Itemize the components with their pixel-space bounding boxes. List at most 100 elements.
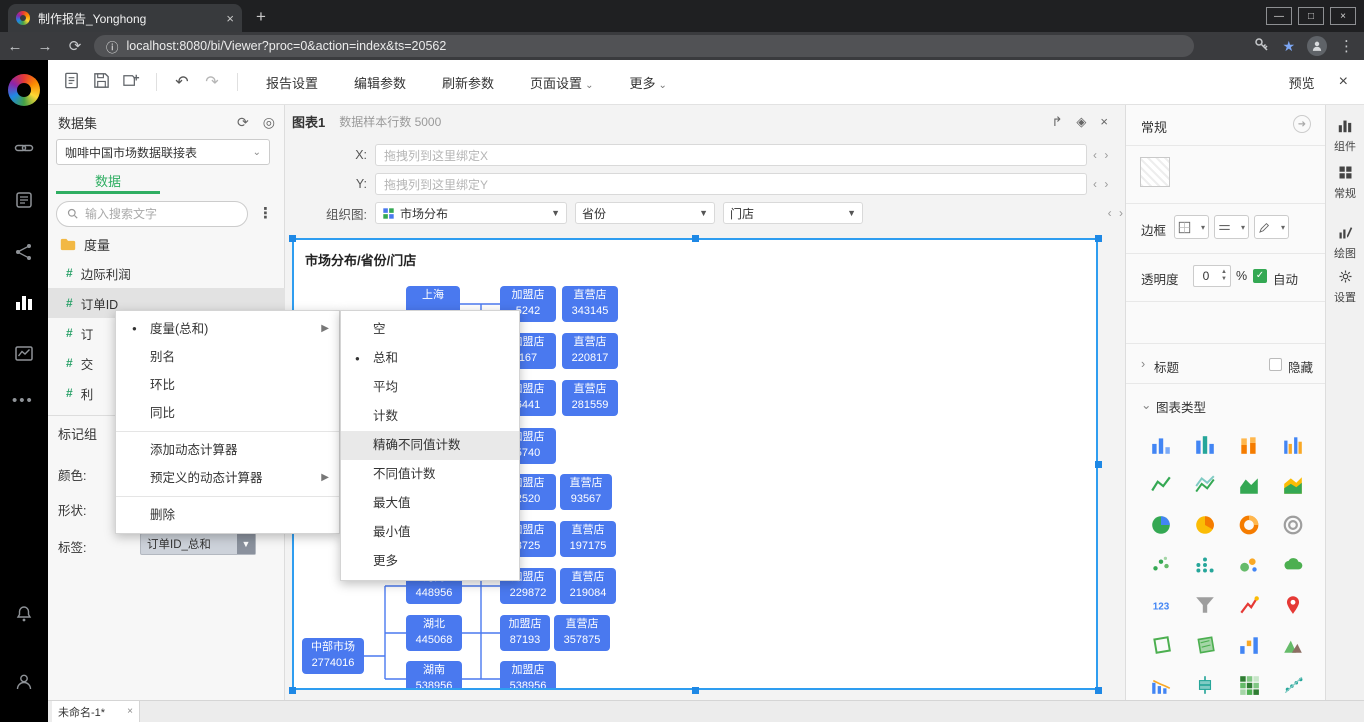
chart-type-section-label[interactable]: 图表类型 [1156, 397, 1206, 416]
auto-checkbox[interactable]: ✓ [1253, 269, 1267, 283]
org-chart-node[interactable]: 直营店281559 [562, 380, 618, 416]
chart-type-pie2-icon[interactable] [1183, 505, 1227, 545]
submenu-item-max[interactable]: 最大值 [341, 489, 519, 518]
chart-type-heatmap-icon[interactable] [1227, 665, 1271, 705]
submenu-item-count[interactable]: 计数 [341, 402, 519, 431]
org-chart-node[interactable]: 加盟店538956 [500, 661, 556, 690]
chart-type-terrain-icon[interactable] [1271, 625, 1315, 665]
submenu-item-avg[interactable]: 平均 [341, 373, 519, 402]
dataset-list-icon[interactable] [14, 190, 34, 210]
chart-type-waterfall-icon[interactable] [1227, 625, 1271, 665]
chart-type-pie-icon[interactable] [1139, 505, 1183, 545]
refresh-params-button[interactable]: 刷新参数 [442, 73, 494, 92]
submenu-item-none[interactable]: 空 [341, 315, 519, 344]
field-list-options-icon[interactable]: ⋮ [258, 204, 273, 222]
dataset-options-icon[interactable]: ◎ [263, 114, 275, 131]
key-icon[interactable] [1254, 37, 1270, 56]
chart-type-ring-icon[interactable] [1271, 505, 1315, 545]
redo-icon[interactable]: ↷ [197, 72, 227, 92]
menu-item-yoy[interactable]: 同比 [116, 399, 339, 427]
y-axis-dropzone[interactable]: 拖拽列到这里绑定Y [375, 173, 1087, 195]
refresh-dataset-icon[interactable]: ⟳ [237, 114, 249, 131]
user-account-icon[interactable] [14, 672, 34, 692]
notifications-bell-icon[interactable] [14, 604, 34, 624]
x-axis-dropzone[interactable]: 拖拽列到这里绑定X [375, 144, 1087, 166]
bookmark-star-icon[interactable]: ★ [1282, 38, 1295, 55]
chart-type-scatter-icon[interactable] [1139, 545, 1183, 585]
chart-type-dot-column-icon[interactable] [1183, 545, 1227, 585]
menu-item-add-calc[interactable]: 添加动态计算器 [116, 436, 339, 464]
chevron-down-icon[interactable]: ▼ [237, 534, 255, 554]
resize-handle[interactable] [692, 687, 699, 694]
close-report-icon[interactable]: × [1339, 73, 1348, 91]
measures-folder[interactable]: 度量 [60, 235, 110, 254]
edit-params-button[interactable]: 编辑参数 [354, 73, 406, 92]
browser-menu-icon[interactable]: ⋮ [1339, 37, 1354, 55]
resize-handle[interactable] [692, 235, 699, 242]
resize-handle[interactable] [1095, 687, 1102, 694]
data-prep-icon[interactable] [14, 242, 34, 262]
menu-item-aggregation[interactable]: ●度量(总和)▶ [116, 315, 339, 343]
chart-type-pareto-icon[interactable] [1139, 665, 1183, 705]
border-line-select[interactable]: ▾ [1214, 215, 1249, 239]
chart-type-multi-line-icon[interactable] [1183, 465, 1227, 505]
border-style-select[interactable]: ▾ [1174, 215, 1209, 239]
chart-type-kpi-icon[interactable] [1227, 585, 1271, 625]
forward-icon[interactable]: → [30, 38, 60, 55]
org-type-select[interactable]: 市场分布 ▼ [375, 202, 567, 224]
window-close-button[interactable]: × [1330, 7, 1356, 25]
close-page-icon[interactable]: × [127, 706, 133, 717]
resize-handle[interactable] [1095, 461, 1102, 468]
chart-type-column-icon[interactable] [1183, 425, 1227, 465]
save-as-icon[interactable] [116, 71, 146, 93]
submenu-item-sum[interactable]: ●总和 [341, 344, 519, 373]
org-level2-select[interactable]: 省份 ▼ [575, 202, 715, 224]
fill-pattern-swatch[interactable] [1140, 157, 1170, 187]
new-report-icon[interactable] [56, 71, 86, 93]
chart-type-area-icon[interactable] [1227, 465, 1271, 505]
dataset-select[interactable]: 咖啡中国市场数据联接表 ⌄ [56, 139, 270, 165]
rail-more-icon[interactable]: ••• [12, 392, 34, 409]
chart-type-bar-icon[interactable] [1139, 425, 1183, 465]
chart-type-grouped-bar-icon[interactable] [1271, 425, 1315, 465]
chart-type-trend-icon[interactable] [1271, 665, 1315, 705]
tag-field-chip[interactable]: 订单ID_总和 ▼ [140, 533, 256, 555]
rail-tab-components[interactable]: 组件 [1326, 119, 1364, 154]
undo-icon[interactable]: ↶ [167, 72, 197, 92]
save-icon[interactable] [86, 71, 116, 93]
chart-type-bubble-icon[interactable] [1227, 545, 1271, 585]
scroll-chevrons-icon[interactable]: ‹ › [1108, 206, 1125, 220]
org-chart-node[interactable]: 湖南538956 [406, 661, 462, 690]
org-chart-node[interactable]: 直营店343145 [562, 286, 618, 322]
chart-type-map-fill-icon[interactable] [1183, 625, 1227, 665]
resize-handle[interactable] [289, 687, 296, 694]
rail-tab-settings[interactable]: 设置 [1326, 269, 1364, 305]
profile-avatar[interactable] [1307, 36, 1327, 56]
org-chart-node[interactable]: 直营店197175 [560, 521, 616, 557]
menu-item-alias[interactable]: 别名 [116, 343, 339, 371]
org-chart-node[interactable]: 直营店219084 [560, 568, 616, 604]
org-chart-node[interactable]: 直营店357875 [554, 615, 610, 651]
report-builder-icon[interactable] [14, 292, 34, 312]
border-color-select[interactable]: ▾ [1254, 215, 1289, 239]
scroll-chevrons-icon[interactable]: ‹ › [1093, 177, 1110, 191]
scroll-chevrons-icon[interactable]: ‹ › [1093, 148, 1110, 162]
rail-tab-general[interactable]: 常规 [1326, 165, 1364, 201]
submenu-item-min[interactable]: 最小值 [341, 518, 519, 547]
preview-button[interactable]: 预览 [1289, 73, 1315, 92]
chart-type-boxplot-icon[interactable] [1183, 665, 1227, 705]
field-search-box[interactable] [56, 201, 248, 227]
org-chart-node[interactable]: 加盟店87193 [500, 615, 550, 651]
collapse-arrow-icon[interactable]: ⌄ [1141, 397, 1151, 412]
tab-data[interactable]: 数据 [56, 171, 160, 190]
chart-type-map-icon[interactable] [1139, 625, 1183, 665]
reload-icon[interactable]: ⟳ [60, 37, 90, 55]
chart-type-stacked-bar-icon[interactable] [1227, 425, 1271, 465]
chart-type-funnel-icon[interactable] [1183, 585, 1227, 625]
submenu-item-distinct-count[interactable]: 不同值计数 [341, 460, 519, 489]
resize-handle[interactable] [289, 235, 296, 242]
menu-item-predef-calc[interactable]: 预定义的动态计算器▶ [116, 464, 339, 492]
page-info-icon[interactable]: ⓘ [106, 37, 119, 56]
data-connect-icon[interactable] [14, 138, 34, 158]
chart-type-word-cloud-icon[interactable] [1271, 545, 1315, 585]
